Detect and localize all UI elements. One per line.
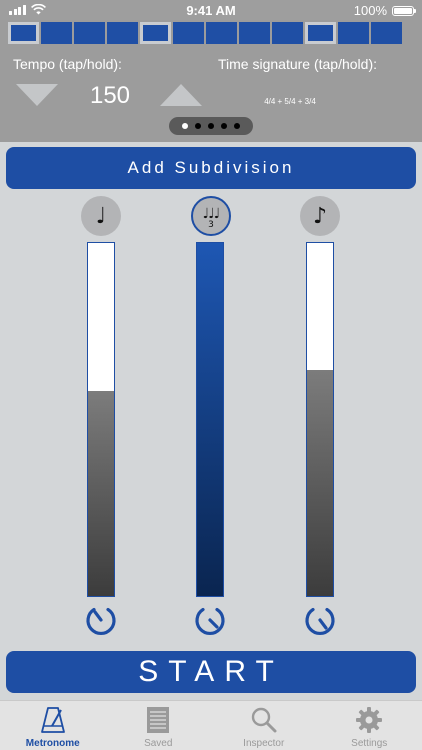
tab-label: Settings <box>351 738 388 749</box>
slider-level-fill <box>307 370 333 596</box>
note-glyph: ♩ <box>95 203 107 229</box>
tab-saved[interactable]: Saved <box>106 701 212 750</box>
beat-cell[interactable] <box>173 22 204 44</box>
tab-label: Inspector <box>243 738 285 749</box>
beat-cell-accent[interactable] <box>8 22 39 44</box>
slider-track-empty <box>307 243 333 371</box>
start-button[interactable]: START <box>6 651 416 693</box>
tab-inspector[interactable]: Inspector <box>211 701 317 750</box>
beat-cell[interactable] <box>338 22 369 44</box>
time-signature-value[interactable]: 4/4 + 5/4 + 3/4 <box>240 97 340 106</box>
saved-list-icon <box>147 707 170 733</box>
beat-cell[interactable] <box>371 22 402 44</box>
battery-icon <box>392 5 416 16</box>
page-control[interactable] <box>169 117 253 135</box>
tab-settings[interactable]: Settings <box>317 701 422 750</box>
status-bar: 9:41 AM 100% <box>0 0 422 20</box>
page-dot <box>195 123 201 129</box>
tempo-label: Tempo (tap/hold): <box>13 56 122 72</box>
page-dot <box>208 123 214 129</box>
subdivision-volume-slider[interactable] <box>196 242 224 597</box>
tab-metronome[interactable]: Metronome <box>0 701 106 750</box>
subdivision-volume-slider[interactable] <box>306 242 334 597</box>
battery-percent: 100% <box>353 3 387 18</box>
tab-bar: Metronome Saved Inspector Settings <box>0 700 422 750</box>
beat-cell[interactable] <box>272 22 303 44</box>
slider-track-empty <box>88 243 114 392</box>
time-signature-label: Time signature (tap/hold): <box>218 56 377 72</box>
beat-cell[interactable] <box>41 22 72 44</box>
tempo-decrease-button[interactable] <box>16 84 58 106</box>
add-subdivision-button[interactable]: Add Subdivision <box>6 147 416 189</box>
note-glyph: ♪ <box>312 203 328 229</box>
metronome-header: Tempo (tap/hold): Time signature (tap/ho… <box>0 20 422 142</box>
rotation-knob-icon[interactable] <box>84 603 118 637</box>
slider-level-fill <box>197 243 223 596</box>
slider-level-fill <box>88 391 114 596</box>
metronome-icon <box>40 707 65 733</box>
rotation-knob-icon[interactable] <box>193 603 227 637</box>
rotation-knob-icon[interactable] <box>303 603 337 637</box>
magnifier-icon <box>251 707 277 733</box>
gear-icon <box>356 707 383 733</box>
tab-label: Saved <box>144 738 173 749</box>
page-dot <box>182 123 188 129</box>
triplet-number: 3 <box>208 220 214 230</box>
eighth-note-icon[interactable]: ♪ <box>300 196 340 236</box>
page-dot <box>234 123 240 129</box>
page-dot <box>221 123 227 129</box>
beat-cell[interactable] <box>107 22 138 44</box>
tempo-increase-button[interactable] <box>160 84 202 106</box>
beat-indicator-row <box>8 22 402 44</box>
battery-status: 100% <box>353 3 416 18</box>
beat-cell[interactable] <box>74 22 105 44</box>
beat-cell[interactable] <box>206 22 237 44</box>
beat-cell[interactable] <box>239 22 270 44</box>
tempo-value[interactable]: 150 <box>82 82 138 110</box>
tab-label: Metronome <box>25 738 80 749</box>
triplet-quarter-notes-icon[interactable]: ♩♩♩ 3 <box>191 196 231 236</box>
subdivision-volume-slider[interactable] <box>87 242 115 597</box>
beat-cell-accent[interactable] <box>140 22 171 44</box>
beat-cell-accent[interactable] <box>305 22 336 44</box>
quarter-note-icon[interactable]: ♩ <box>81 196 121 236</box>
